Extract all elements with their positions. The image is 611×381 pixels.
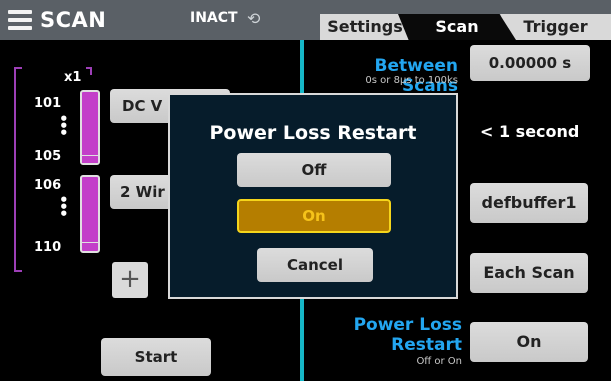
status-indicator[interactable]: INACT [190,10,238,26]
option-on-button[interactable]: On [237,199,391,233]
tab-trigger[interactable]: Trigger [500,14,611,40]
sync-icon: ⟲ [247,9,261,28]
channel-start-label: 106 [34,178,62,193]
power-loss-dialog: Power Loss Restart Off On Cancel [168,93,458,299]
channel-range-dots: • • • [59,110,69,142]
channel-bar-handle [82,242,98,250]
scan-time-value: < 1 second [480,122,580,141]
option-off-button[interactable]: Off [237,153,391,187]
add-channel-button[interactable]: + [112,262,148,298]
scan-count-label: x1 [64,70,82,85]
write-mode-button[interactable]: Each Scan [470,253,588,293]
channel-end-label: 105 [34,149,62,164]
tab-settings[interactable]: Settings [320,14,410,40]
channel-group-bar[interactable] [80,90,100,165]
channel-bar-handle [82,155,98,163]
dialog-title: Power Loss Restart [209,122,417,144]
between-scans-range: 0s or 8µs to 100ks [365,75,458,86]
power-loss-label-line2: Restart [391,335,462,355]
power-loss-range: Off or On [416,356,462,367]
buffer-button[interactable]: defbuffer1 [470,183,588,223]
between-scans-value-button[interactable]: 0.00000 s [470,45,590,81]
scan-bracket-arrow [86,67,92,75]
scan-bracket [14,67,22,272]
dialog-cancel-button[interactable]: Cancel [257,248,373,282]
channel-range-dots: • • • [59,191,69,223]
page-title: SCAN [40,8,107,32]
start-button[interactable]: Start [101,338,211,376]
channel-end-label: 110 [34,240,62,255]
power-loss-value-button[interactable]: On [470,322,588,362]
tab-scan[interactable]: Scan [398,14,516,40]
power-loss-label: Power Loss [353,315,462,335]
menu-icon[interactable] [8,10,32,30]
channel-start-label: 101 [34,96,62,111]
